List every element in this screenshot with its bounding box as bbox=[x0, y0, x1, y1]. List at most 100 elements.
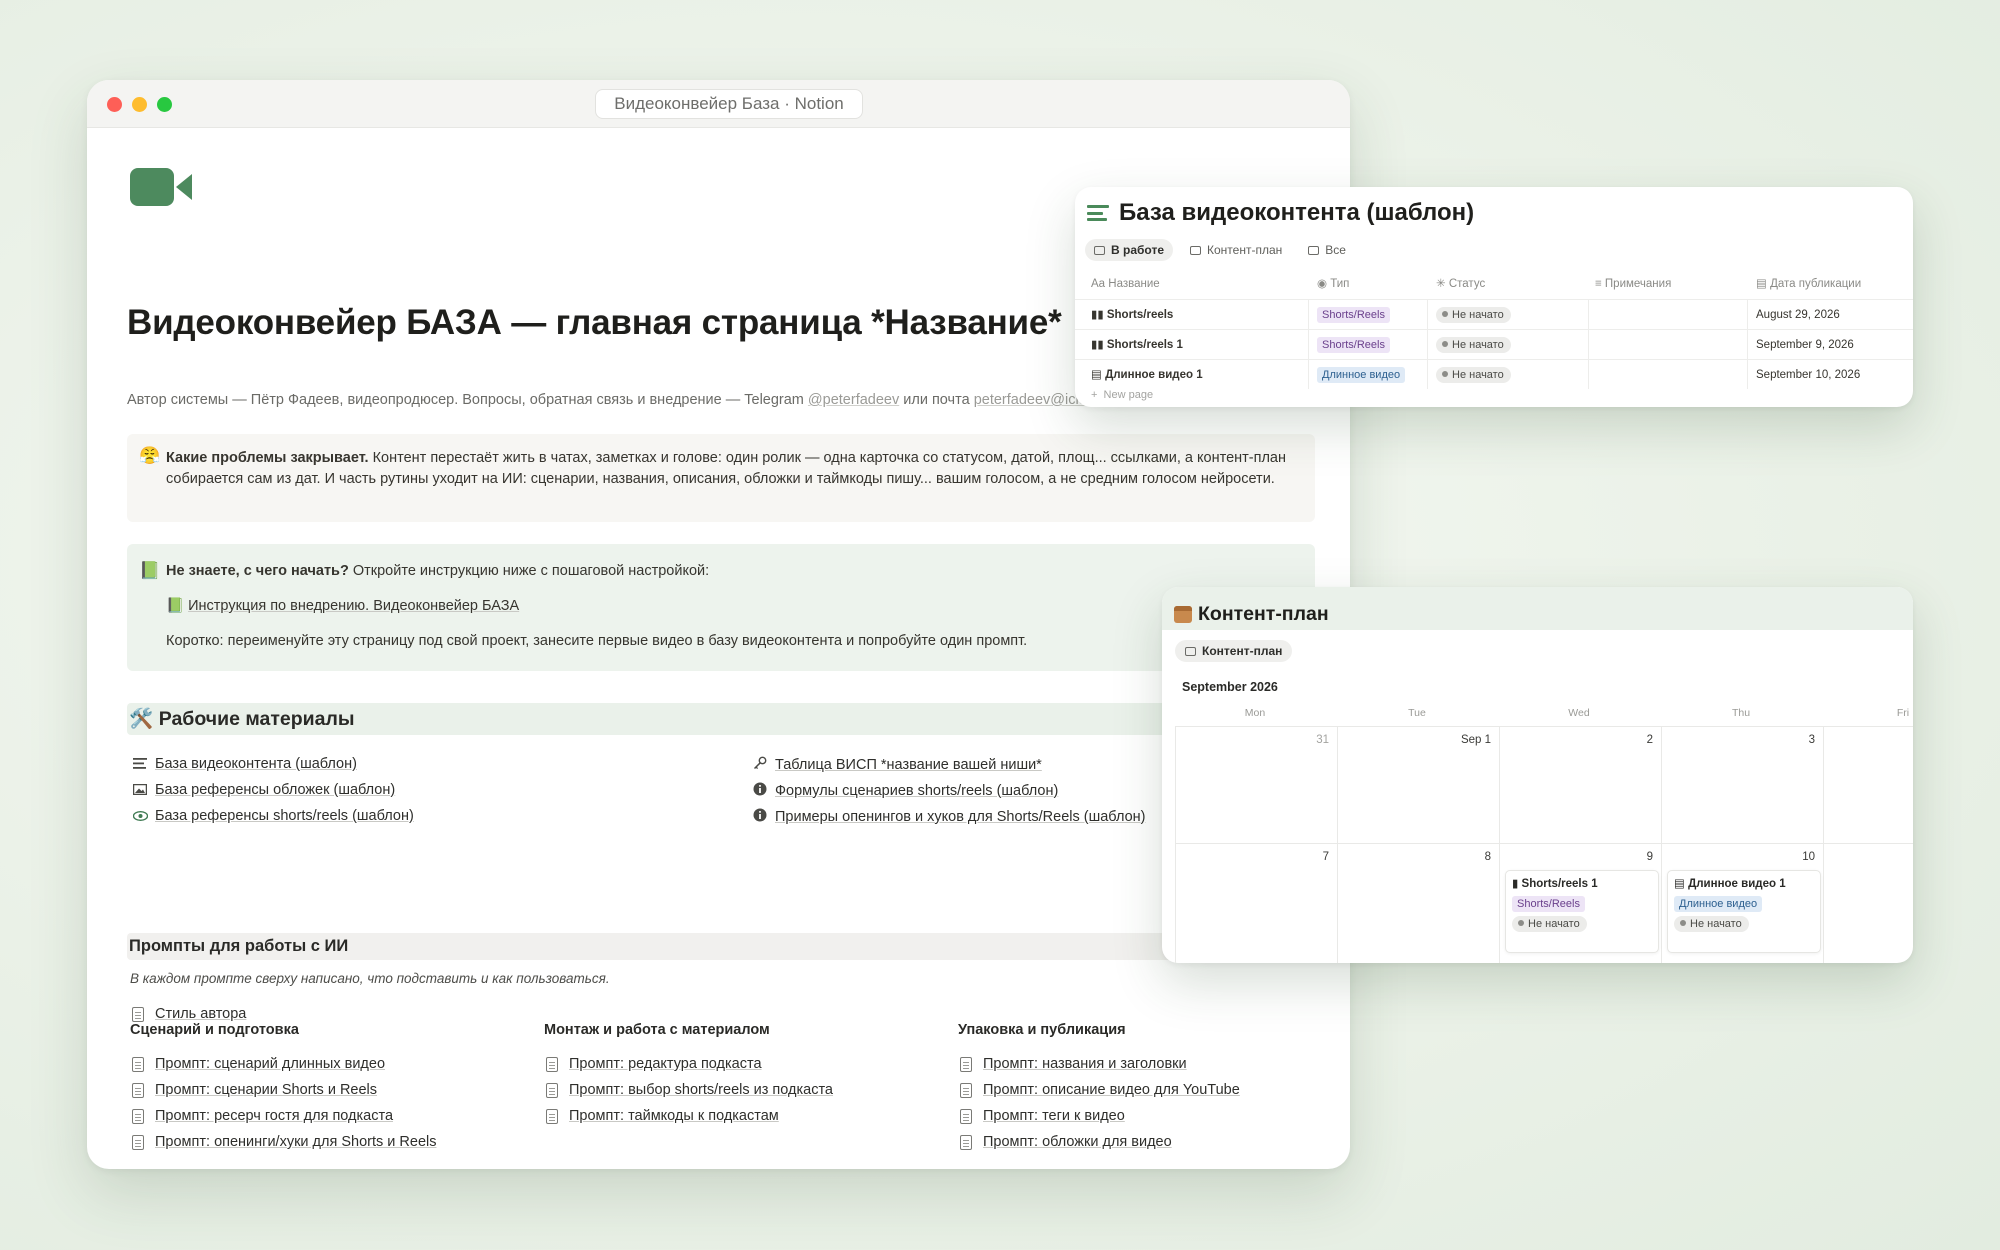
table-row[interactable]: ▮▮ Shorts/reels Shorts/Reels Не начато A… bbox=[1075, 299, 1913, 329]
calendar-title[interactable]: Контент-план bbox=[1198, 603, 1329, 626]
video-camera-icon[interactable] bbox=[130, 166, 194, 213]
prompt-link[interactable]: Промпт: редактура подкаста bbox=[546, 1056, 762, 1072]
material-label[interactable]: База референсы shorts/reels (шаблон) bbox=[155, 808, 414, 824]
prompt-label[interactable]: Промпт: ресерч гостя для подкаста bbox=[155, 1108, 393, 1124]
row-date[interactable]: September 9, 2026 bbox=[1756, 330, 1854, 360]
prompt-link[interactable]: Промпт: таймкоды к подкастам bbox=[546, 1108, 779, 1124]
table-row[interactable]: ▤ Длинное видео 1 Длинное видео Не начат… bbox=[1075, 359, 1913, 389]
material-label[interactable]: Формулы сценариев shorts/reels (шаблон) bbox=[775, 783, 1058, 799]
event-title-text: Длинное видео 1 bbox=[1688, 878, 1786, 890]
row-status[interactable]: Не начато bbox=[1436, 360, 1511, 390]
info-icon bbox=[751, 808, 769, 825]
prompt-link[interactable]: Промпт: теги к видео bbox=[960, 1108, 1125, 1124]
page-icon bbox=[960, 1082, 972, 1098]
day-number[interactable]: 31 bbox=[1289, 734, 1329, 746]
database-title-row: База видеоконтента (шаблон) bbox=[1087, 199, 1474, 227]
row-title[interactable]: Длинное видео 1 bbox=[1105, 369, 1203, 381]
column-header-name[interactable]: Aa Название bbox=[1091, 269, 1160, 299]
zoom-window-button[interactable] bbox=[157, 97, 172, 112]
callout-start-line: Не знаете, с чего начать? Откройте инстр… bbox=[166, 563, 709, 579]
prompt-link[interactable]: Промпт: сценарии Shorts и Reels bbox=[132, 1082, 377, 1098]
column-header-type[interactable]: ◉ Тип bbox=[1317, 269, 1349, 299]
prompt-label[interactable]: Промпт: опенинги/хуки для Shorts и Reels bbox=[155, 1134, 437, 1150]
prompt-label[interactable]: Промпт: названия и заголовки bbox=[983, 1056, 1187, 1072]
prompt-label[interactable]: Промпт: теги к видео bbox=[983, 1108, 1125, 1124]
tab-all[interactable]: Все bbox=[1299, 239, 1355, 261]
calendar-event-card[interactable]: ▮ Shorts/reels 1 Shorts/Reels Не начато bbox=[1505, 870, 1659, 953]
event-title-text: Shorts/reels 1 bbox=[1521, 878, 1598, 890]
tab-in-progress[interactable]: В работе bbox=[1085, 239, 1173, 261]
new-page-button[interactable]: + New page bbox=[1091, 389, 1153, 401]
minimize-window-button[interactable] bbox=[132, 97, 147, 112]
day-number[interactable]: 9 bbox=[1613, 851, 1653, 863]
prompt-link[interactable]: Промпт: обложки для видео bbox=[960, 1134, 1172, 1150]
material-label[interactable]: Примеры опенингов и хуков для Shorts/Ree… bbox=[775, 809, 1145, 825]
day-number[interactable]: Sep 1 bbox=[1451, 734, 1491, 746]
prompt-link[interactable]: Промпт: названия и заголовки bbox=[960, 1056, 1187, 1072]
status-label: Не начато bbox=[1690, 918, 1742, 930]
row-title[interactable]: Shorts/reels 1 bbox=[1107, 339, 1183, 351]
tab-content-plan[interactable]: Контент-план bbox=[1181, 239, 1291, 261]
callout-start-text: Откройте инструкцию ниже с пошаговой нас… bbox=[348, 563, 710, 579]
row-type[interactable]: Shorts/Reels bbox=[1317, 300, 1390, 330]
row-status[interactable]: Не начато bbox=[1436, 300, 1511, 330]
row-name[interactable]: ▮▮ Shorts/reels bbox=[1091, 300, 1173, 330]
day-number[interactable]: 8 bbox=[1451, 851, 1491, 863]
instruction-link[interactable]: 📗 Инструкция по внедрению. Видеоконвейер… bbox=[166, 597, 519, 614]
row-name[interactable]: ▮▮ Shorts/reels 1 bbox=[1091, 330, 1183, 360]
database-title[interactable]: База видеоконтента (шаблон) bbox=[1119, 199, 1474, 227]
green-book-icon: 📗 bbox=[139, 561, 161, 580]
prompt-label[interactable]: Стиль автора bbox=[155, 1006, 246, 1022]
material-link-shorts-refs[interactable]: База референсы shorts/reels (шаблон) bbox=[131, 808, 414, 824]
calendar-event-card[interactable]: ▤ Длинное видео 1 Длинное видео Не начат… bbox=[1667, 870, 1821, 953]
day-number[interactable]: 7 bbox=[1289, 851, 1329, 863]
prompt-link-author-style[interactable]: Стиль автора bbox=[132, 1006, 246, 1022]
prompt-label[interactable]: Промпт: редактура подкаста bbox=[569, 1056, 762, 1072]
prompt-link[interactable]: Промпт: ресерч гостя для подкаста bbox=[132, 1108, 393, 1124]
prompt-label[interactable]: Промпт: обложки для видео bbox=[983, 1134, 1172, 1150]
material-label[interactable]: База референсы обложек (шаблон) bbox=[155, 782, 395, 798]
table-row[interactable]: ▮▮ Shorts/reels 1 Shorts/Reels Не начато… bbox=[1075, 329, 1913, 359]
status-label: Не начато bbox=[1452, 339, 1504, 351]
material-link-video-db[interactable]: База видеоконтента (шаблон) bbox=[131, 756, 357, 772]
close-window-button[interactable] bbox=[107, 97, 122, 112]
prompt-link[interactable]: Промпт: сценарий длинных видео bbox=[132, 1056, 385, 1072]
table-icon bbox=[1308, 245, 1320, 255]
prompt-label[interactable]: Промпт: описание видео для YouTube bbox=[983, 1082, 1240, 1098]
prompt-link[interactable]: Промпт: выбор shorts/reels из подкаста bbox=[546, 1082, 833, 1098]
prompt-link[interactable]: Промпт: опенинги/хуки для Shorts и Reels bbox=[132, 1134, 437, 1150]
new-page-label: New page bbox=[1103, 389, 1154, 401]
telegram-link[interactable]: @peterfadeev bbox=[808, 392, 899, 408]
row-name[interactable]: ▤ Длинное видео 1 bbox=[1091, 360, 1203, 390]
page-title[interactable]: Видеоконвейер БАЗА — главная страница *Н… bbox=[127, 303, 1062, 343]
column-header-notes[interactable]: ≡ Примечания bbox=[1595, 269, 1671, 299]
material-link-hook-examples[interactable]: Примеры опенингов и хуков для Shorts/Ree… bbox=[751, 808, 1145, 825]
material-label[interactable]: Таблица ВИСП *название вашей ниши* bbox=[775, 757, 1042, 773]
status-label: Не начато bbox=[1528, 918, 1580, 930]
material-link-script-formulas[interactable]: Формулы сценариев shorts/reels (шаблон) bbox=[751, 782, 1058, 799]
row-date[interactable]: September 10, 2026 bbox=[1756, 360, 1860, 390]
column-header-date[interactable]: ▤ Дата публикации bbox=[1756, 269, 1861, 299]
row-type[interactable]: Длинное видео bbox=[1317, 360, 1406, 390]
material-link-visp-table[interactable]: Таблица ВИСП *название вашей ниши* bbox=[751, 756, 1042, 773]
day-number[interactable]: 3 bbox=[1775, 734, 1815, 746]
instruction-link-label[interactable]: Инструкция по внедрению. Видеоконвейер Б… bbox=[188, 598, 519, 614]
day-number[interactable]: 2 bbox=[1613, 734, 1653, 746]
prompt-link[interactable]: Промпт: описание видео для YouTube bbox=[960, 1082, 1240, 1098]
prompt-label[interactable]: Промпт: сценарий длинных видео bbox=[155, 1056, 385, 1072]
material-label[interactable]: База видеоконтента (шаблон) bbox=[155, 756, 357, 772]
column-header-status[interactable]: ✳ Статус bbox=[1436, 269, 1485, 299]
event-title[interactable]: ▮ Shorts/reels 1 bbox=[1512, 876, 1598, 890]
page-icon bbox=[132, 1006, 144, 1022]
prompt-label[interactable]: Промпт: таймкоды к подкастам bbox=[569, 1108, 779, 1124]
event-title[interactable]: ▤ Длинное видео 1 bbox=[1674, 876, 1786, 890]
row-type[interactable]: Shorts/Reels bbox=[1317, 330, 1390, 360]
row-status[interactable]: Не начато bbox=[1436, 330, 1511, 360]
prompt-label[interactable]: Промпт: сценарии Shorts и Reels bbox=[155, 1082, 377, 1098]
day-number[interactable]: 10 bbox=[1775, 851, 1815, 863]
material-link-cover-refs[interactable]: База референсы обложек (шаблон) bbox=[131, 782, 395, 798]
tab-calendar-view[interactable]: Контент-план bbox=[1175, 640, 1293, 662]
row-title[interactable]: Shorts/reels bbox=[1107, 309, 1173, 321]
prompt-label[interactable]: Промпт: выбор shorts/reels из подкаста bbox=[569, 1082, 833, 1098]
row-date[interactable]: August 29, 2026 bbox=[1756, 300, 1840, 330]
